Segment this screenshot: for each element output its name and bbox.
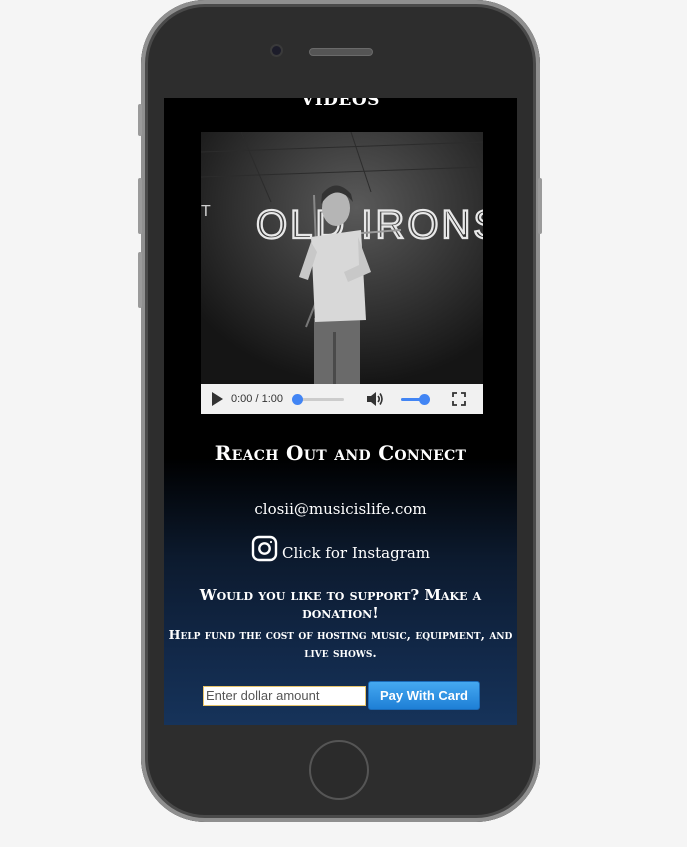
volume-slider[interactable]	[401, 393, 430, 405]
front-camera	[272, 46, 281, 55]
phone-screen: VIDEOS OLD IRONS T 0:00 / 1:00 Reach Out…	[164, 98, 517, 725]
play-icon[interactable]	[212, 392, 223, 406]
instagram-link[interactable]: Click for Instagram	[164, 535, 517, 562]
donation-help-text: Help fund the cost of hosting music, equ…	[168, 627, 513, 660]
connect-heading: Reach Out and Connect	[214, 441, 467, 465]
video-player[interactable]: OLD IRONS T 0:00 / 1:00	[201, 132, 483, 414]
home-button[interactable]	[309, 740, 369, 800]
volume-up-button	[138, 178, 142, 234]
instagram-label: Click for Instagram	[281, 543, 431, 562]
volume-thumb[interactable]	[419, 393, 430, 405]
section-title: VIDEOS	[301, 98, 380, 110]
amount-input[interactable]	[203, 685, 366, 706]
pay-with-card-button[interactable]: Pay With Card	[368, 681, 480, 710]
mute-switch	[138, 104, 142, 136]
progress-bar[interactable]	[292, 393, 344, 405]
neon-sign-text: OLD IRONS	[256, 203, 483, 247]
fullscreen-icon[interactable]	[452, 392, 466, 406]
contact-email[interactable]: closii@musicislife.com	[164, 500, 517, 518]
video-frame: OLD IRONS T	[201, 132, 483, 384]
video-controls: 0:00 / 1:00	[201, 384, 483, 414]
progress-thumb[interactable]	[292, 393, 303, 405]
svg-text:T: T	[201, 203, 211, 220]
donation-heading: Would you like to support? Make a donati…	[199, 586, 482, 622]
volume-icon[interactable]	[366, 391, 384, 407]
power-button	[538, 178, 542, 234]
instagram-icon	[251, 535, 278, 562]
donation-form: Pay With Card	[203, 681, 480, 710]
video-time: 0:00 / 1:00	[231, 393, 283, 405]
earpiece-speaker	[309, 48, 373, 56]
volume-down-button	[138, 252, 142, 308]
